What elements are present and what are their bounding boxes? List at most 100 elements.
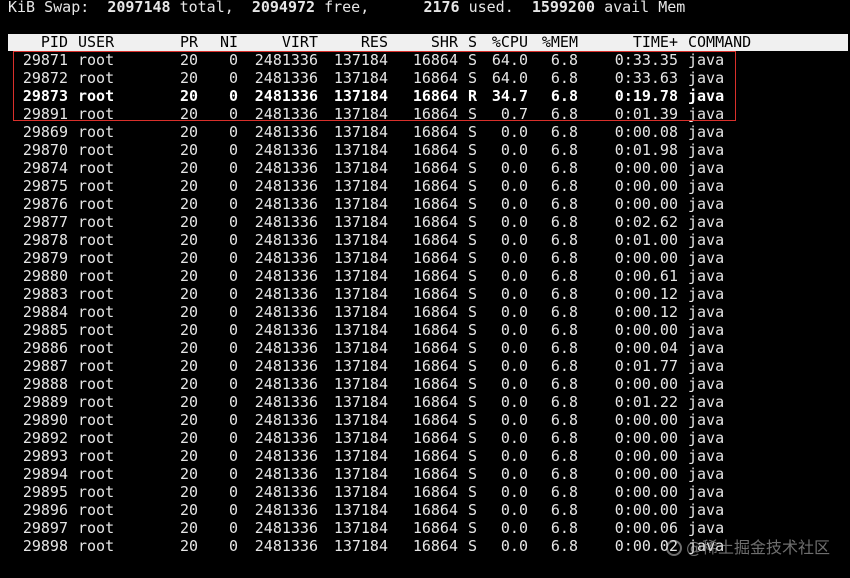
- cell-pr: 20: [179, 285, 198, 303]
- cell-pr: 20: [179, 267, 198, 285]
- cell-virt: 2481336: [254, 177, 318, 195]
- cell-res: 137184: [333, 537, 388, 555]
- cell-shr: 16864: [412, 537, 458, 555]
- cell-state: S: [468, 375, 478, 393]
- table-row: 29887 root 20 0 2481336 137184 16864 S 0.0 6.8 0:0…: [8, 357, 848, 375]
- table-row: 29885 root 20 0 2481336 137184 16864 S 0.0 6.8 0:0…: [8, 321, 848, 339]
- cell-shr: 16864: [412, 123, 458, 141]
- table-row: 29878 root 20 0 2481336 137184 16864 S 0.0 6.8 0:0…: [8, 231, 848, 249]
- cell-virt: 2481336: [254, 303, 318, 321]
- cell-pid: 29885: [22, 321, 68, 339]
- cell-time: 0:01.98: [614, 141, 678, 159]
- cell-pid: 29879: [22, 249, 68, 267]
- cell-virt: 2481336: [254, 213, 318, 231]
- cell-state: S: [468, 123, 478, 141]
- cell-time: 0:01.00: [614, 231, 678, 249]
- cell-pr: 20: [179, 465, 198, 483]
- cell-ni: 0: [228, 339, 238, 357]
- swap-used-label: used.: [468, 0, 514, 16]
- cell-ni: 0: [228, 159, 238, 177]
- table-row: 29893 root 20 0 2481336 137184 16864 S 0.0 6.8 0:0…: [8, 447, 848, 465]
- cell-pr: 20: [179, 177, 198, 195]
- cell-res: 137184: [333, 285, 388, 303]
- cell-virt: 2481336: [254, 483, 318, 501]
- cell-time: 0:00.00: [614, 177, 678, 195]
- cell-command: java: [688, 483, 725, 501]
- cell-state: S: [468, 429, 478, 447]
- cell-mem: 6.8: [550, 195, 578, 213]
- cell-state: S: [468, 213, 478, 231]
- cell-ni: 0: [228, 267, 238, 285]
- cell-time: 0:00.00: [614, 429, 678, 447]
- cell-shr: 16864: [412, 339, 458, 357]
- highlight-annotation-box: [13, 51, 736, 121]
- table-row: 29895 root 20 0 2481336 137184 16864 S 0.0 6.8 0:0…: [8, 483, 848, 501]
- cell-pid: 29874: [22, 159, 68, 177]
- cell-pid: 29880: [22, 267, 68, 285]
- cell-res: 137184: [333, 159, 388, 177]
- column-header-mem: %MEM: [541, 33, 578, 51]
- cell-virt: 2481336: [254, 375, 318, 393]
- cell-user: root: [78, 267, 115, 285]
- cell-res: 137184: [333, 141, 388, 159]
- cell-command: java: [688, 123, 725, 141]
- cell-cpu: 0.0: [500, 375, 528, 393]
- cell-time: 0:00.12: [614, 285, 678, 303]
- cell-pr: 20: [179, 501, 198, 519]
- cell-virt: 2481336: [254, 321, 318, 339]
- cell-pr: 20: [179, 483, 198, 501]
- cell-command: java: [688, 321, 725, 339]
- cell-time: 0:00.61: [614, 267, 678, 285]
- cell-state: S: [468, 411, 478, 429]
- swap-avail-label: avail Mem: [604, 0, 686, 16]
- cell-shr: 16864: [412, 285, 458, 303]
- cell-pr: 20: [179, 249, 198, 267]
- cell-state: S: [468, 465, 478, 483]
- cell-time: 0:01.77: [614, 357, 678, 375]
- cell-command: java: [688, 303, 725, 321]
- cell-cpu: 0.0: [500, 357, 528, 375]
- column-header-shr: SHR: [430, 33, 458, 51]
- table-row: 29875 root 20 0 2481336 137184 16864 S 0.0 6.8 0:0…: [8, 177, 848, 195]
- column-header-ni: NI: [219, 33, 238, 51]
- cell-pr: 20: [179, 141, 198, 159]
- table-row: 29877 root 20 0 2481336 137184 16864 S 0.0 6.8 0:0…: [8, 213, 848, 231]
- cell-virt: 2481336: [254, 465, 318, 483]
- cell-res: 137184: [333, 501, 388, 519]
- cell-mem: 6.8: [550, 321, 578, 339]
- cell-state: S: [468, 231, 478, 249]
- table-row: 29876 root 20 0 2481336 137184 16864 S 0.0 6.8 0:0…: [8, 195, 848, 213]
- cell-user: root: [78, 519, 115, 537]
- cell-user: root: [78, 339, 115, 357]
- cell-virt: 2481336: [254, 195, 318, 213]
- cell-pid: 29878: [22, 231, 68, 249]
- juejin-logo-icon: [665, 540, 682, 556]
- cell-mem: 6.8: [550, 519, 578, 537]
- cell-res: 137184: [333, 213, 388, 231]
- watermark-text: @稀土掘金技术社区: [685, 538, 830, 557]
- cell-user: root: [78, 393, 115, 411]
- swap-avail-value: 1599200: [531, 0, 596, 16]
- cell-command: java: [688, 357, 725, 375]
- cell-mem: 6.8: [550, 213, 578, 231]
- cell-mem: 6.8: [550, 483, 578, 501]
- cell-mem: 6.8: [550, 141, 578, 159]
- column-header-user: USER: [78, 33, 115, 51]
- cell-user: root: [78, 213, 115, 231]
- cell-user: root: [78, 375, 115, 393]
- cell-pid: 29870: [22, 141, 68, 159]
- cell-virt: 2481336: [254, 285, 318, 303]
- table-row: 29889 root 20 0 2481336 137184 16864 S 0.0 6.8 0:0…: [8, 393, 848, 411]
- cell-state: S: [468, 141, 478, 159]
- cell-command: java: [688, 429, 725, 447]
- cell-pr: 20: [179, 429, 198, 447]
- cell-cpu: 0.0: [500, 519, 528, 537]
- cell-cpu: 0.0: [500, 321, 528, 339]
- cell-mem: 6.8: [550, 447, 578, 465]
- cell-virt: 2481336: [254, 537, 318, 555]
- cell-mem: 6.8: [550, 339, 578, 357]
- cell-command: java: [688, 249, 725, 267]
- cell-command: java: [688, 339, 725, 357]
- cell-pid: 29896: [22, 501, 68, 519]
- cell-pid: 29897: [22, 519, 68, 537]
